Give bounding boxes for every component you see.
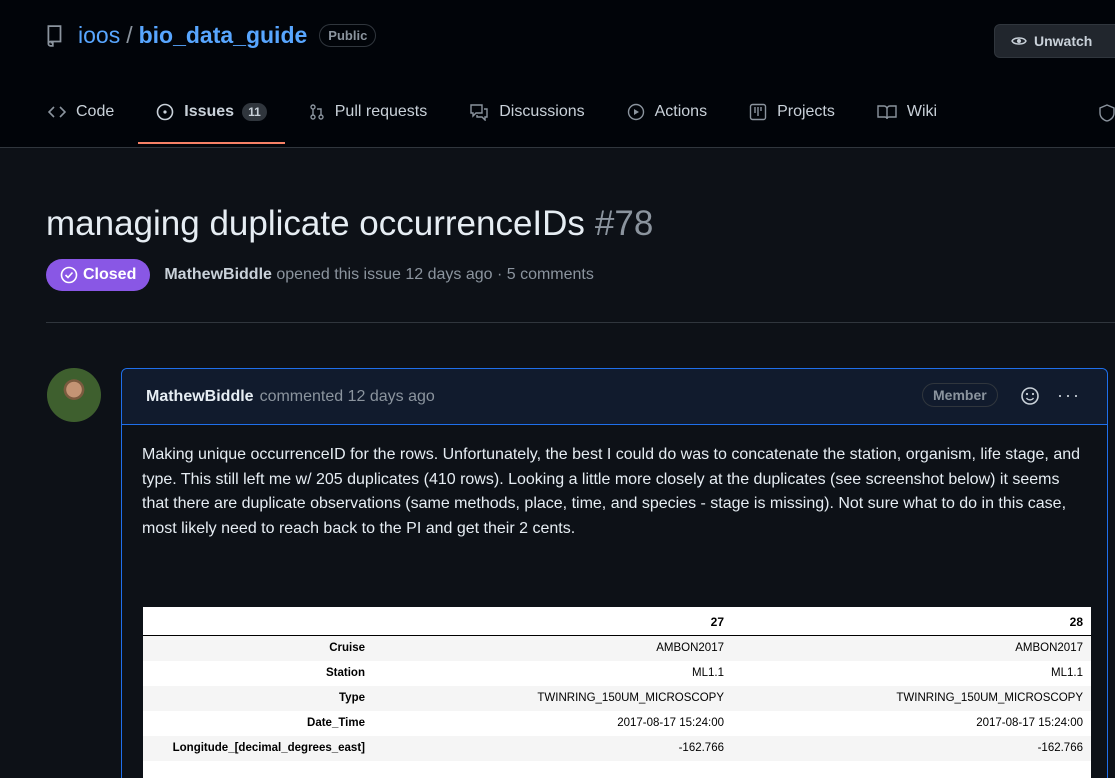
repo-name-link[interactable]: bio_data_guide xyxy=(139,22,308,49)
table-row: Cruise AMBON2017 AMBON2017 xyxy=(143,635,1091,661)
tab-discussions-label: Discussions xyxy=(499,103,585,120)
avatar[interactable] xyxy=(47,368,101,422)
table-header-cell: 28 xyxy=(732,607,1091,636)
comment-author-link[interactable]: MathewBiddle xyxy=(146,388,254,406)
repo-header: ioos / bio_data_guide Public Unwatch Cod… xyxy=(0,0,1115,148)
tab-discussions[interactable]: Discussions xyxy=(469,98,585,126)
comment-timestamp[interactable]: commented 12 days ago xyxy=(260,388,435,406)
discussion-icon xyxy=(470,104,488,121)
table-cell: 2017-08-17 15:24:00 xyxy=(617,717,724,729)
issue-title: managing duplicate occurrenceIDs #78 xyxy=(46,204,653,244)
table-cell: -162.766 xyxy=(732,735,1091,761)
table-cell: TWINRING_150UM_MICROSCOPY xyxy=(373,685,732,711)
tab-issues-label: Issues xyxy=(184,103,235,120)
table-row-key: Cruise xyxy=(143,635,373,661)
table-cell: AMBON2017 xyxy=(732,635,1091,661)
unwatch-label: Unwatch xyxy=(1034,33,1093,49)
table-cell: ML1.1 xyxy=(1051,667,1083,679)
comment-body: Making unique occurrenceID for the rows.… xyxy=(142,446,1081,537)
table-row: Date_Time 2017-08-17 15:24:00 2017-08-17… xyxy=(143,711,1091,736)
issue-opened-icon xyxy=(156,103,174,121)
eye-icon xyxy=(1011,37,1027,45)
table-row-key: Date_Time xyxy=(307,717,365,729)
tab-wiki[interactable]: Wiki xyxy=(877,98,937,126)
tab-code[interactable]: Code xyxy=(48,98,114,126)
member-badge: Member xyxy=(922,383,998,407)
issue-number: #78 xyxy=(594,204,654,243)
duplicates-table: 27 28 Cruise AMBON2017 AMBON2017 Station… xyxy=(143,607,1091,761)
issue-state-badge: Closed xyxy=(46,259,151,291)
issues-count-badge: 11 xyxy=(242,103,267,121)
table-row: Longitude_[decimal_degrees_east] -162.76… xyxy=(143,735,1091,761)
issue-opened-text: opened this issue 12 days ago · 5 commen… xyxy=(276,266,594,283)
issue-closed-icon xyxy=(60,266,78,284)
repo-title: ioos / bio_data_guide Public xyxy=(46,22,377,49)
play-icon xyxy=(627,103,644,121)
table-cell: TWINRING_150UM_MICROSCOPY xyxy=(732,685,1091,711)
tab-issues[interactable]: Issues 11 xyxy=(138,98,285,144)
embedded-screenshot: 27 28 Cruise AMBON2017 AMBON2017 Station… xyxy=(143,607,1091,778)
tab-code-label: Code xyxy=(76,103,115,120)
tab-actions-label: Actions xyxy=(654,103,708,120)
comment-box: MathewBiddle commented 12 days ago Membe… xyxy=(121,368,1108,778)
table-row: Station ML1.1 ML1.1 xyxy=(143,661,1091,686)
book-icon xyxy=(877,105,897,120)
table-cell: ML1.1 xyxy=(692,667,724,679)
table-row-key: Type xyxy=(143,685,373,711)
table-row-key: Station xyxy=(326,667,365,679)
tab-pull-requests[interactable]: Pull requests xyxy=(309,98,428,126)
tab-pull-requests-label: Pull requests xyxy=(334,103,428,120)
unwatch-button[interactable]: Unwatch xyxy=(994,24,1115,58)
table-header-cell: 27 xyxy=(373,607,732,636)
kebab-menu-icon[interactable]: ··· xyxy=(1057,385,1081,406)
repo-icon xyxy=(47,24,62,47)
repo-separator: / xyxy=(126,22,133,48)
comment-header: MathewBiddle commented 12 days ago Membe… xyxy=(122,369,1107,425)
tab-actions[interactable]: Actions xyxy=(627,98,707,126)
table-row: Type TWINRING_150UM_MICROSCOPY TWINRING_… xyxy=(143,685,1091,711)
tab-projects-label: Projects xyxy=(777,103,835,120)
table-row-key: Longitude_[decimal_degrees_east] xyxy=(143,735,373,761)
repo-owner-link[interactable]: ioos xyxy=(78,22,120,49)
smiley-icon[interactable] xyxy=(1020,386,1040,406)
table-icon xyxy=(749,103,767,121)
shield-icon[interactable] xyxy=(1099,104,1115,122)
table-cell: 2017-08-17 15:24:00 xyxy=(976,717,1083,729)
git-pull-request-icon xyxy=(310,104,324,120)
visibility-badge: Public xyxy=(319,24,377,47)
code-icon xyxy=(48,106,66,118)
table-cell: AMBON2017 xyxy=(373,635,732,661)
table-cell: -162.766 xyxy=(373,735,732,761)
repo-nav-tabs: Code Issues 11 Pull requests Discussions… xyxy=(48,98,979,148)
issue-author-link[interactable]: MathewBiddle xyxy=(164,266,272,283)
table-header-row: 27 28 xyxy=(143,607,1091,636)
issue-state-label: Closed xyxy=(83,266,137,283)
issue-meta: MathewBiddle opened this issue 12 days a… xyxy=(164,266,594,284)
tab-projects[interactable]: Projects xyxy=(749,98,835,126)
table-header-cell xyxy=(143,607,373,636)
header-divider xyxy=(46,322,1115,323)
issue-title-text: managing duplicate occurrenceIDs xyxy=(46,204,585,243)
tab-wiki-label: Wiki xyxy=(906,103,938,120)
issue-state-row: Closed MathewBiddle opened this issue 12… xyxy=(46,259,594,291)
